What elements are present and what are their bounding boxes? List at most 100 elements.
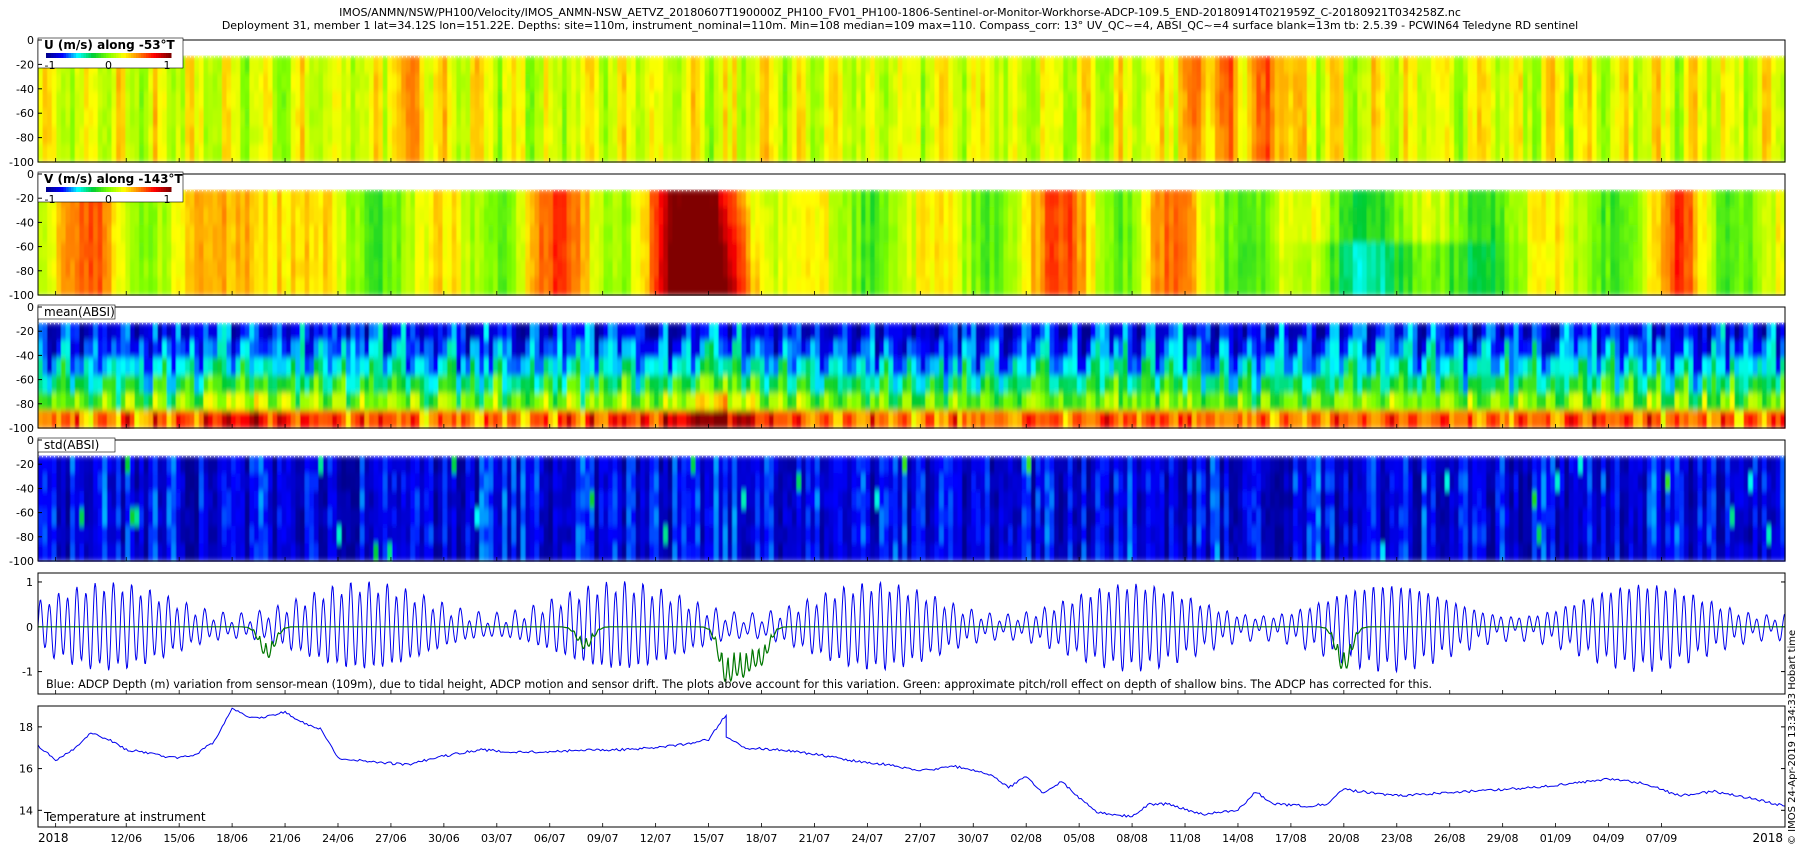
heatmap-cell — [1592, 91, 1597, 109]
heatmap-cell — [1399, 109, 1404, 127]
heatmap-cell — [1321, 144, 1326, 162]
heatmap-cell — [1569, 190, 1574, 208]
heatmap-cell — [116, 74, 121, 92]
heatmap-cell — [783, 277, 788, 295]
heatmap-cell — [847, 242, 852, 260]
heatmap-cell — [1114, 109, 1119, 127]
heatmap-cell — [1220, 277, 1225, 295]
heatmap-cell — [603, 56, 608, 74]
heatmap-cell — [1183, 225, 1188, 243]
heatmap-cell — [1744, 207, 1749, 225]
heatmap-cell — [921, 91, 926, 109]
heatmap-cell — [1068, 190, 1073, 208]
heatmap-cell — [190, 375, 195, 393]
heatmap-cell — [1638, 91, 1643, 109]
heatmap-cell — [466, 109, 471, 127]
heatmap-cell — [1233, 242, 1238, 260]
heatmap-cell — [1054, 74, 1059, 92]
heatmap-cell — [576, 207, 581, 225]
heatmap-cell — [213, 242, 218, 260]
heatmap-cell — [355, 190, 360, 208]
heatmap-cell — [820, 242, 825, 260]
heatmap-cell — [139, 340, 144, 358]
heatmap-cell — [204, 410, 209, 428]
heatmap-cell — [125, 340, 130, 358]
heatmap-cell — [912, 260, 917, 278]
heatmap-cell — [590, 127, 595, 145]
heatmap-cell — [1587, 109, 1592, 127]
heatmap-cell — [1022, 225, 1027, 243]
heatmap-cell — [994, 242, 999, 260]
heatmap-cell — [677, 74, 682, 92]
heatmap-cell — [295, 225, 300, 243]
heatmap-cell — [245, 242, 250, 260]
heatmap-cell — [728, 127, 733, 145]
heatmap-cell — [654, 242, 659, 260]
heatmap-cell — [75, 340, 80, 358]
heatmap-cell — [1546, 109, 1551, 127]
heatmap-cell — [797, 109, 802, 127]
heatmap-cell — [162, 91, 167, 109]
heatmap-cell — [622, 277, 627, 295]
heatmap-cell — [466, 144, 471, 162]
heatmap-cell — [1394, 225, 1399, 243]
heatmap-cell — [1252, 127, 1257, 145]
heatmap-cell — [861, 277, 866, 295]
heatmap-cell — [603, 242, 608, 260]
heatmap-cell — [167, 144, 172, 162]
heatmap-cell — [741, 225, 746, 243]
heatmap-cell — [1270, 242, 1275, 260]
heatmap-cell — [1311, 127, 1316, 145]
heatmap-cell — [571, 127, 576, 145]
heatmap-cell — [507, 277, 512, 295]
heatmap-cell — [1555, 260, 1560, 278]
heatmap-cell — [369, 207, 374, 225]
heatmap-cell — [1068, 277, 1073, 295]
heatmap-cell — [479, 144, 484, 162]
heatmap-cell — [1555, 225, 1560, 243]
heatmap-cell — [1137, 144, 1142, 162]
heatmap-cell — [84, 74, 89, 92]
heatmap-cell — [181, 127, 186, 145]
heatmap-cell — [466, 225, 471, 243]
heatmap-cell — [732, 56, 737, 74]
heatmap-cell — [1583, 56, 1588, 74]
heatmap-cell — [930, 260, 935, 278]
heatmap-cell — [249, 375, 254, 393]
heatmap-cell — [829, 242, 834, 260]
heatmap-cell — [498, 109, 503, 127]
heatmap-cell — [916, 109, 921, 127]
heatmap-cell — [70, 277, 75, 295]
heatmap-cell — [447, 91, 452, 109]
heatmap-cell — [332, 109, 337, 127]
heatmap-cell — [309, 242, 314, 260]
heatmap-cell — [1252, 242, 1257, 260]
heatmap-cell — [452, 127, 457, 145]
heatmap-cell — [925, 109, 930, 127]
heatmap-cell — [231, 260, 236, 278]
heatmap-cell — [1367, 277, 1372, 295]
heatmap-cell — [498, 91, 503, 109]
heatmap-cell — [1684, 260, 1689, 278]
heatmap-cell — [185, 242, 190, 260]
heatmap-cell — [695, 74, 700, 92]
heatmap-cell — [116, 260, 121, 278]
heatmap-cell — [1238, 277, 1243, 295]
heatmap-cell — [1224, 260, 1229, 278]
heatmap-cell — [686, 277, 691, 295]
heatmap-cell — [677, 242, 682, 260]
heatmap-cell — [1725, 207, 1730, 225]
heatmap-cell — [1551, 56, 1556, 74]
heatmap-cell — [199, 190, 204, 208]
heatmap-cell — [66, 375, 71, 393]
heatmap-cell — [443, 91, 448, 109]
heatmap-cell — [1578, 207, 1583, 225]
heatmap-cell — [277, 144, 282, 162]
heatmap-cell — [1270, 91, 1275, 109]
heatmap-cell — [406, 207, 411, 225]
heatmap-cell — [672, 190, 677, 208]
heatmap-cell — [1192, 242, 1197, 260]
heatmap-cell — [135, 340, 140, 358]
heatmap-cell — [815, 242, 820, 260]
heatmap-cell — [139, 207, 144, 225]
